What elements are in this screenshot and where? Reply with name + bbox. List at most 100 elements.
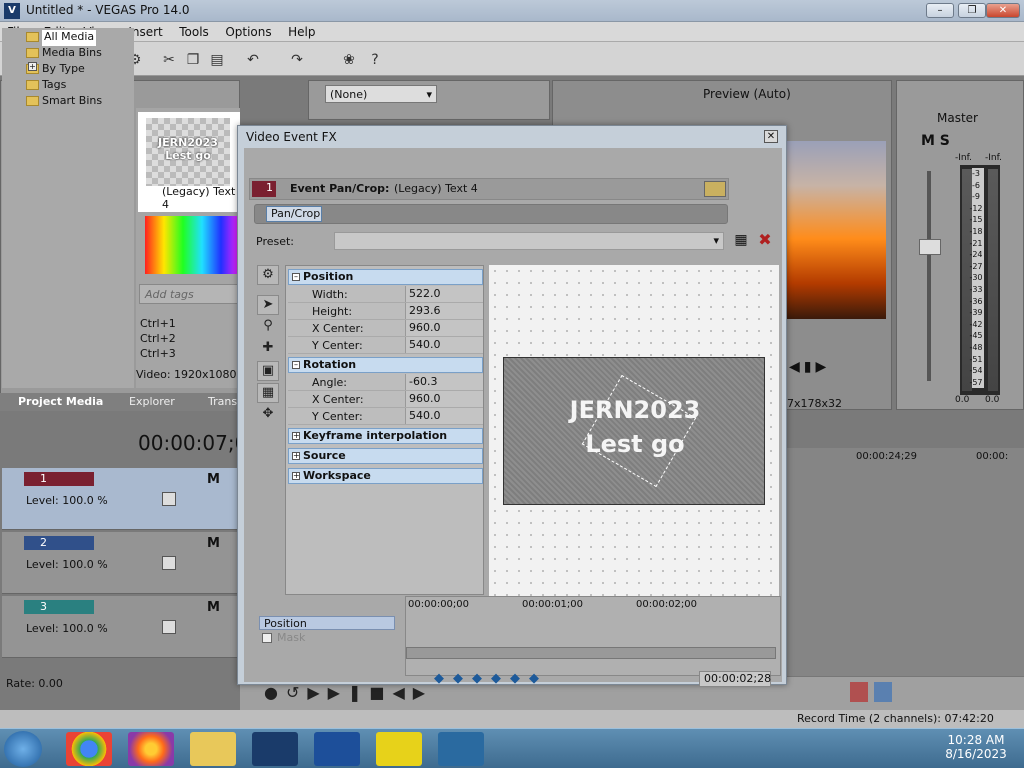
system-clock[interactable]: 10:28 AM 8/16/2023	[940, 733, 1012, 761]
keyframe-nav-icons[interactable]: ◆◆◆◆◆◆	[434, 671, 548, 686]
add-point-icon[interactable]: ✚	[257, 339, 279, 359]
pan-crop-chain-button[interactable]: Pan/Crop	[266, 206, 322, 222]
prop-rot-x-value[interactable]: 960.0	[405, 391, 483, 407]
level-left: -Inf.	[955, 153, 972, 163]
crop-frame-icon[interactable]: ▣	[257, 361, 279, 381]
mute-button[interactable]: M	[207, 472, 220, 487]
minimize-button[interactable]: –	[926, 3, 954, 18]
dialog-title: Video Event FX	[246, 130, 337, 144]
menu-tools[interactable]: Tools	[172, 22, 215, 39]
section-keyframe-interpolation[interactable]: + Keyframe interpolation	[288, 428, 483, 444]
settings-gear-icon[interactable]: ⚙	[257, 265, 279, 285]
menu-help[interactable]: Help	[281, 22, 321, 39]
rate-label: Rate: 0.00	[6, 677, 63, 690]
section-workspace[interactable]: + Workspace	[288, 468, 483, 484]
preview-frame-step-icons[interactable]: ◀▮▶	[789, 359, 830, 375]
level-slider[interactable]	[162, 492, 176, 506]
cut-icon[interactable]: ✂	[160, 51, 178, 69]
help-icon[interactable]: ?	[366, 51, 384, 69]
vegas-app-icon: V	[4, 3, 20, 19]
prop-width-value[interactable]: 522.0	[405, 286, 483, 302]
prop-angle-value[interactable]: -60.3	[405, 374, 483, 390]
paste-icon[interactable]: ▤	[208, 51, 226, 69]
file-explorer-icon[interactable]	[190, 732, 236, 766]
tree-all-media[interactable]: All Media	[26, 30, 97, 46]
tree-tags[interactable]: Tags	[26, 78, 66, 94]
tab-transitions[interactable]: Transi	[208, 395, 240, 408]
save-preset-icon[interactable]: ▦	[732, 232, 750, 250]
delete-preset-icon[interactable]: ✖	[756, 230, 774, 249]
section-rotation[interactable]: – Rotation	[288, 357, 483, 373]
media-player-icon[interactable]	[438, 732, 484, 766]
volume-fader[interactable]	[919, 239, 941, 255]
move-icon[interactable]: ✥	[257, 405, 279, 425]
normal-edit-tool-icon[interactable]: ➤	[257, 295, 279, 315]
add-tags-input[interactable]: Add tags	[139, 284, 240, 304]
prop-x-center-value[interactable]: 960.0	[405, 320, 483, 336]
mute-solo-buttons[interactable]: M S	[921, 133, 950, 149]
track-1[interactable]: 1 Level: 100.0 % M	[2, 468, 238, 530]
keyframe-scrollbar[interactable]	[406, 647, 776, 659]
kf-track-position[interactable]: Position	[259, 616, 395, 630]
track-3[interactable]: 3 Level: 100.0 % M	[2, 596, 238, 658]
vegas-suite-icon[interactable]	[314, 732, 360, 766]
chrome-icon[interactable]	[66, 732, 112, 766]
mask-checkbox[interactable]	[262, 633, 272, 643]
expand-icon: +	[292, 431, 300, 440]
prop-y-center: Y Center: 540.0	[288, 337, 483, 354]
menu-options[interactable]: Options	[218, 22, 277, 39]
tree-media-bins[interactable]: Media Bins	[26, 46, 102, 62]
media-thumb-text4[interactable]: JERN2023 Lest go (Legacy) Text 4	[138, 112, 240, 212]
preview-info: 7x178x32	[787, 397, 843, 410]
media-thumb-generator[interactable]	[145, 216, 240, 274]
kf-track-mask[interactable]: Mask	[259, 631, 395, 645]
snap-icon[interactable]	[850, 682, 868, 702]
db-scale-tick: -15	[969, 215, 983, 225]
track-2[interactable]: 2 Level: 100.0 % M	[2, 532, 238, 594]
auto-ripple-icon[interactable]	[874, 682, 892, 702]
db-scale-tick: -36	[969, 296, 983, 306]
view-toggle-icon[interactable]	[704, 181, 726, 197]
crop-frame[interactable]: JERN2023 Lest go	[503, 357, 765, 505]
prop-height-value[interactable]: 293.6	[405, 303, 483, 319]
redo-icon[interactable]: ↷	[288, 51, 306, 69]
section-source[interactable]: + Source	[288, 448, 483, 464]
tab-project-media[interactable]: Project Media	[18, 395, 103, 408]
zoom-tool-icon[interactable]: ⚲	[257, 317, 279, 337]
mute-button[interactable]: M	[207, 600, 220, 615]
pancrop-workspace[interactable]: JERN2023 Lest go	[489, 265, 779, 597]
maximize-button[interactable]: ❐	[958, 3, 986, 18]
undo-icon[interactable]: ↶	[244, 51, 262, 69]
tree-by-type[interactable]: By Type	[26, 62, 85, 78]
dialog-close-button[interactable]: ✕	[764, 130, 778, 143]
vegas-yellow-icon[interactable]	[376, 732, 422, 766]
db-scale-tick: -6	[972, 180, 980, 190]
ruler-1: 00:00:01;00	[522, 599, 584, 610]
start-button[interactable]	[4, 731, 42, 767]
copy-icon[interactable]: ❐	[184, 51, 202, 69]
level-slider[interactable]	[162, 556, 176, 570]
section-position[interactable]: – Position	[288, 269, 483, 285]
fx-plugin-icon[interactable]: ❀	[340, 51, 358, 69]
level-slider[interactable]	[162, 620, 176, 634]
expand-icon[interactable]: +	[28, 62, 37, 71]
vegas-taskbar-icon[interactable]	[252, 732, 298, 766]
tab-explorer[interactable]: Explorer	[129, 395, 175, 408]
tree-smart-bins[interactable]: Smart Bins	[26, 94, 102, 110]
keyframe-timecode[interactable]: 00:00:02;28	[699, 671, 771, 687]
keyframe-timeline[interactable]: 00:00:00;00 00:00:01;00 00:00:02;00	[405, 596, 781, 676]
prop-rot-y-value[interactable]: 540.0	[405, 408, 483, 424]
prop-height: Height: 293.6	[288, 303, 483, 320]
rotation-box[interactable]	[581, 374, 697, 488]
firefox-icon[interactable]	[128, 732, 174, 766]
preview-quality[interactable]: Preview (Auto)	[703, 87, 791, 101]
close-button[interactable]: ✕	[986, 3, 1020, 18]
track-level: Level: 100.0 %	[26, 558, 108, 571]
shortcut-list: Ctrl+1 Ctrl+2 Ctrl+3	[140, 316, 176, 361]
mute-button[interactable]: M	[207, 536, 220, 551]
lock-aspect-icon[interactable]: ▦	[257, 383, 279, 403]
preset-dropdown[interactable]: ▾	[334, 232, 724, 250]
fx-dropdown[interactable]: (None) ▾	[325, 85, 437, 103]
transport-controls[interactable]: ●↺▶▶❚■◀▶	[264, 683, 433, 702]
prop-y-center-value[interactable]: 540.0	[405, 337, 483, 353]
